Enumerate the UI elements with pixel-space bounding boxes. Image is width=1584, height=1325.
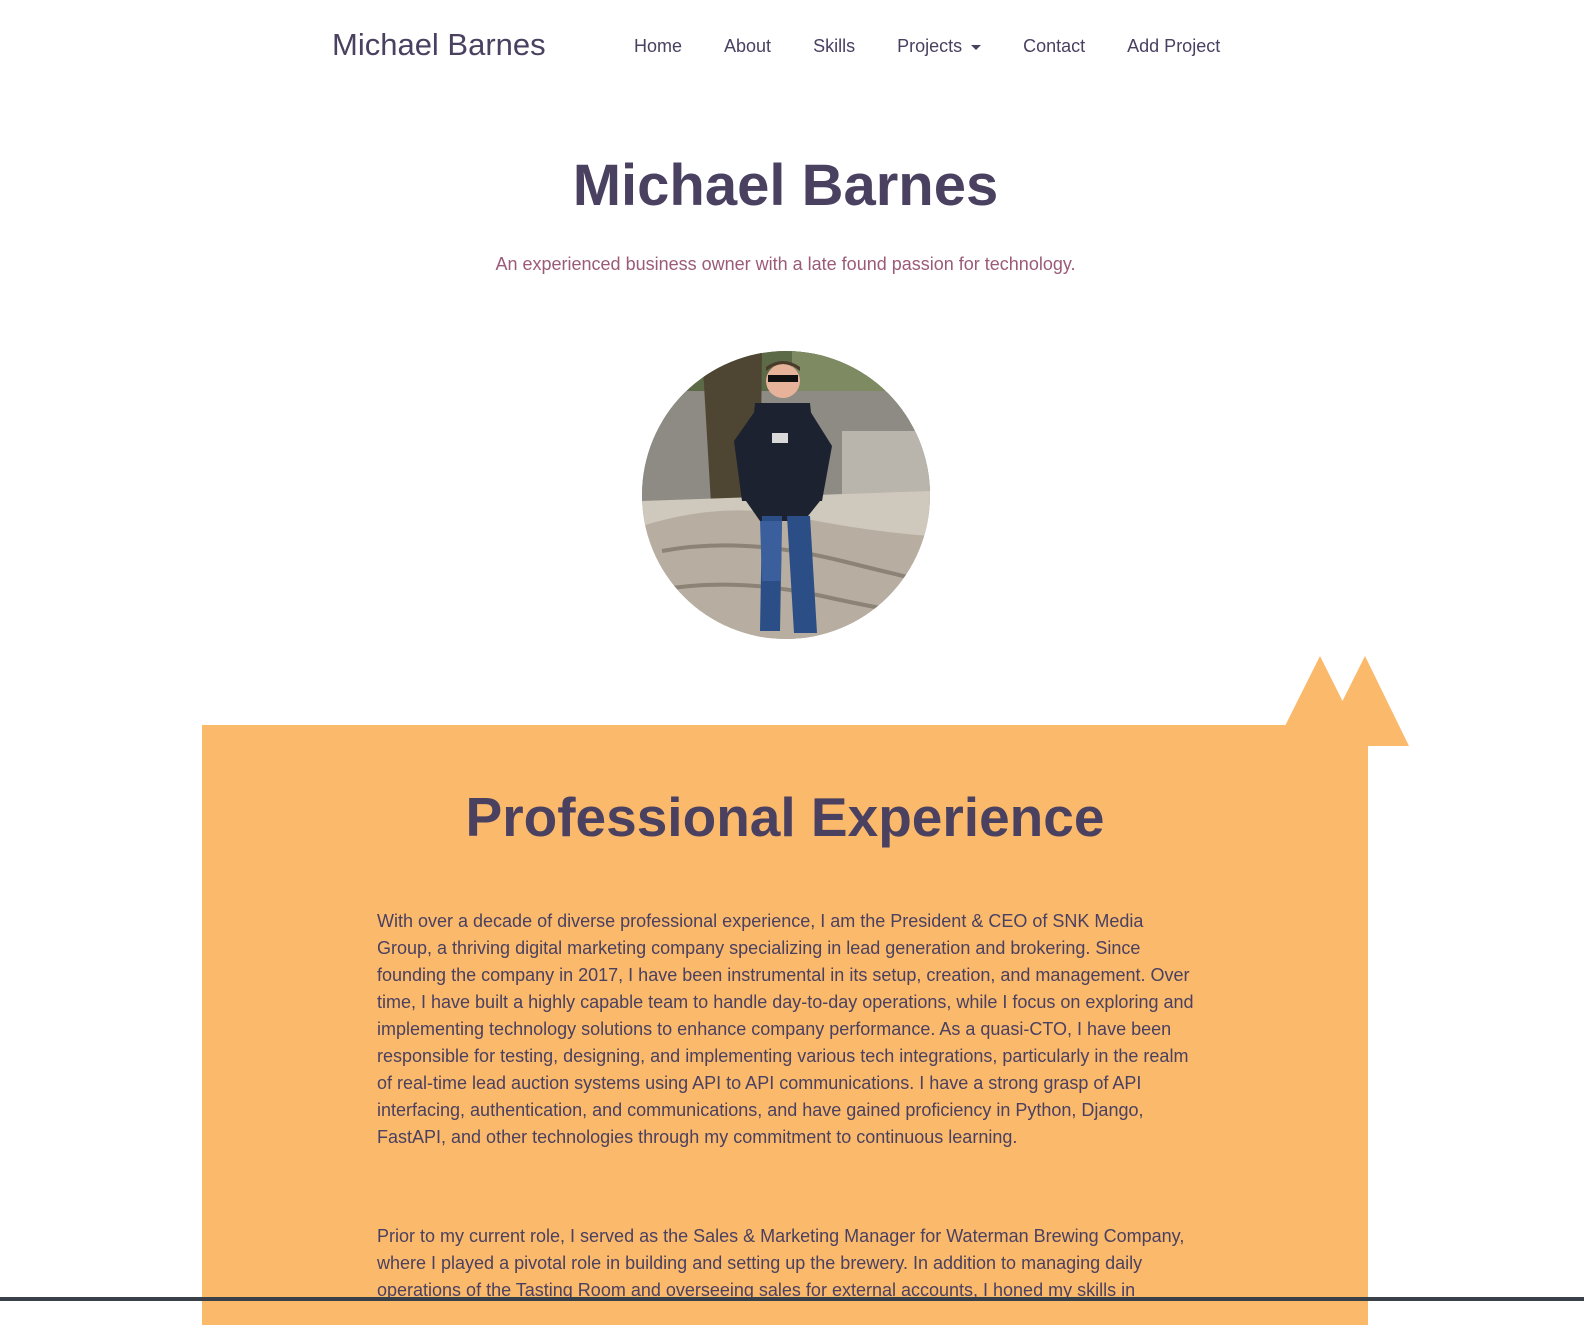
experience-title: Professional Experience bbox=[465, 786, 1105, 848]
nav-contact[interactable]: Contact bbox=[1023, 36, 1085, 57]
caret-down-icon bbox=[971, 45, 982, 50]
nav-about[interactable]: About bbox=[724, 36, 771, 57]
experience-paragraph: Prior to my current role, I served as th… bbox=[377, 1226, 1185, 1300]
nav-home[interactable]: Home bbox=[634, 36, 682, 57]
hero-title: Michael Barnes bbox=[572, 153, 999, 218]
nav-projects-dropdown[interactable]: Projects bbox=[897, 36, 982, 57]
experience-section: Professional Experience With over a deca… bbox=[202, 725, 1368, 1325]
profile-photo bbox=[642, 351, 930, 639]
nav-links: Home About Skills Projects Contact Add P… bbox=[634, 36, 1262, 57]
nav-add-project[interactable]: Add Project bbox=[1127, 36, 1220, 57]
nav-skills[interactable]: Skills bbox=[813, 36, 855, 57]
profile-photo-art bbox=[642, 351, 930, 639]
experience-paragraph: With over a decade of diverse profession… bbox=[377, 911, 1194, 1147]
brand-link[interactable]: Michael Barnes bbox=[332, 27, 546, 63]
hero-subtitle: An experienced business owner with a lat… bbox=[495, 254, 1076, 274]
nav-projects-label: Projects bbox=[897, 36, 963, 56]
navbar: Michael Barnes Home About Skills Project… bbox=[0, 0, 1584, 94]
bottom-divider bbox=[0, 1297, 1584, 1301]
